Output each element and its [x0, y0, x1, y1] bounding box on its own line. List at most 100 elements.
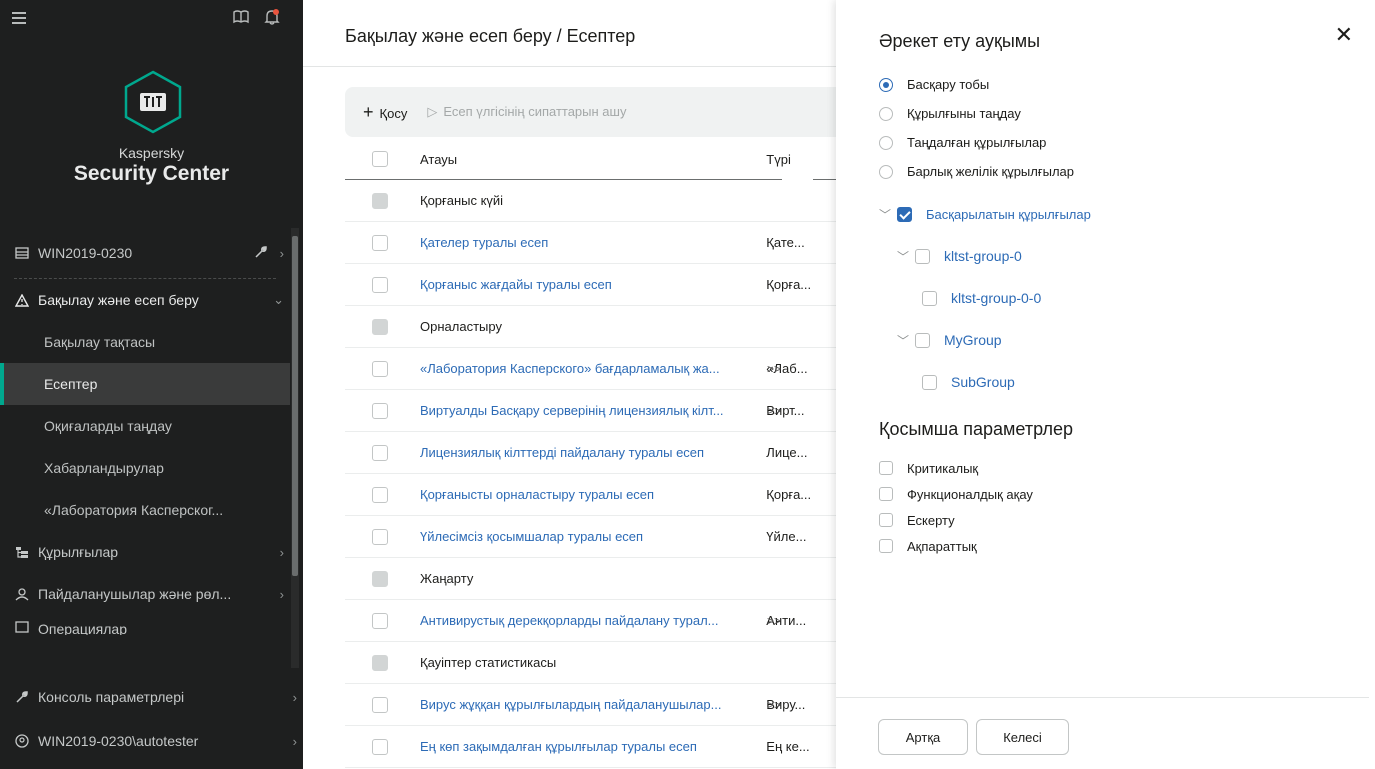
checkbox[interactable]	[879, 539, 893, 553]
report-name[interactable]: Лицензиялық кілттерді пайдалану туралы е…	[420, 445, 766, 460]
chevron-right-icon: ›	[292, 689, 297, 705]
sidebar-item-monitoring[interactable]: Бақылау және есеп беру ⌄	[0, 279, 290, 321]
back-button[interactable]: Артқа	[878, 719, 968, 755]
row-checkbox[interactable]	[372, 318, 388, 335]
table-group-row[interactable]: Қауіптер статистикасы	[345, 642, 845, 684]
check-functional-failure[interactable]: Функционалдық ақау	[879, 481, 1033, 507]
row-checkbox[interactable]	[372, 234, 388, 251]
sidebar-item-notifications[interactable]: Хабарландырулар	[0, 447, 290, 489]
column-header-type[interactable]: Түрі	[766, 152, 845, 167]
report-name[interactable]: Үйлесімсіз қосымшалар туралы есеп	[420, 529, 766, 544]
checkbox[interactable]	[879, 487, 893, 501]
expand-name-icon[interactable]: >>	[767, 698, 781, 712]
report-name[interactable]: «Лаборатория Касперского» бағдарламалық …	[420, 361, 766, 376]
bell-icon[interactable]	[264, 8, 280, 26]
sidebar-item-event-selections[interactable]: Оқиғаларды таңдау	[0, 405, 290, 447]
report-name[interactable]: Вирус жұққан құрылғылардың пайдаланушыла…	[420, 697, 766, 712]
row-checkbox[interactable]	[372, 612, 388, 629]
expand-name-icon[interactable]: >>	[767, 404, 781, 418]
table-row[interactable]: Үйлесімсіз қосымшалар туралы есеп Үйле...	[345, 516, 845, 558]
radio-button-checked[interactable]	[879, 77, 893, 92]
tree-node-kltst-group-0-0[interactable]: kltst-group-0-0	[879, 277, 1091, 319]
column-header-name[interactable]: Атауы	[420, 152, 766, 167]
radio-button[interactable]	[879, 106, 893, 121]
report-name[interactable]: Қорғанысты орналастыру туралы есеп	[420, 487, 766, 502]
table-group-row[interactable]: Орналастыру	[345, 306, 845, 348]
radio-button[interactable]	[879, 135, 893, 150]
tree-checkbox-checked[interactable]	[897, 206, 912, 222]
table-row[interactable]: Вирус жұққан құрылғылардың пайдаланушыла…	[345, 684, 845, 726]
table-group-row[interactable]: Жаңарту	[345, 558, 845, 600]
report-name[interactable]: Қателер туралы есеп	[420, 235, 766, 250]
row-checkbox[interactable]	[372, 528, 388, 545]
table-row[interactable]: Ең көп зақымдалған құрылғылар туралы есе…	[345, 726, 845, 768]
add-button[interactable]: + Қосу	[363, 102, 407, 123]
report-name[interactable]: Антивирустық дерекқорларды пайдалану тур…	[420, 613, 766, 628]
tree-checkbox[interactable]	[915, 248, 930, 264]
select-all-checkbox[interactable]	[372, 151, 388, 167]
chevron-down-icon[interactable]: ﹀	[897, 332, 915, 349]
tree-checkbox[interactable]	[915, 332, 930, 348]
kaspersky-logo-icon	[122, 70, 184, 134]
table-row[interactable]: Қорғанысты орналастыру туралы есеп Қорға.…	[345, 474, 845, 516]
radio-all-network-devices[interactable]: Барлық желілік құрылғылар	[879, 157, 1074, 186]
sidebar-item-account[interactable]: WIN2019-0230\autotester ›	[0, 718, 303, 764]
sidebar-item-reports[interactable]: Есептер	[0, 363, 290, 405]
radio-device-selection[interactable]: Құрылғыны таңдау	[879, 99, 1074, 128]
check-info[interactable]: Ақпараттық	[879, 533, 1033, 559]
row-checkbox[interactable]	[372, 738, 388, 755]
row-checkbox[interactable]	[372, 276, 388, 293]
sidebar: Kaspersky Security Center WIN2019-0230 ›…	[0, 0, 303, 769]
row-checkbox[interactable]	[372, 696, 388, 713]
book-icon[interactable]	[233, 10, 249, 28]
table-row[interactable]: Қорғаныс жағдайы туралы есеп Қорға...	[345, 264, 845, 306]
row-checkbox[interactable]	[372, 654, 388, 671]
table-row[interactable]: Лицензиялық кілттерді пайдалану туралы е…	[345, 432, 845, 474]
sidebar-item-kaspersky-lab[interactable]: «Лаборатория Касперског...	[0, 489, 290, 531]
row-checkbox[interactable]	[372, 192, 388, 209]
sidebar-item-users[interactable]: Пайдаланушылар және рөл... ›	[0, 573, 290, 615]
table-row[interactable]: Виртуалды Басқару серверінің лицензиялық…	[345, 390, 845, 432]
tree-node-managed-devices[interactable]: ﹀ Басқарылатын құрылғылар	[879, 193, 1091, 235]
report-name[interactable]: Қорғаныс жағдайы туралы есеп	[420, 277, 766, 292]
sidebar-item-devices[interactable]: Құрылғылар ›	[0, 531, 290, 573]
report-name[interactable]: Ең көп зақымдалған құрылғылар туралы есе…	[420, 739, 766, 754]
add-label: Қосу	[379, 105, 408, 121]
expand-name-icon[interactable]: >>	[767, 614, 781, 628]
expand-name-icon[interactable]: >>	[767, 362, 781, 376]
menu-icon[interactable]	[12, 12, 26, 24]
report-name[interactable]: Виртуалды Басқару серверінің лицензиялық…	[420, 403, 766, 418]
open-template-properties-button[interactable]: ▷ Есеп үлгісінің сипаттарын ашу	[427, 104, 626, 120]
table-row[interactable]: Антивирустық дерекқорларды пайдалану тур…	[345, 600, 845, 642]
scrollbar-thumb[interactable]	[292, 236, 298, 576]
table-row[interactable]: Қателер туралы есеп Қате...	[345, 222, 845, 264]
tree-node-mygroup[interactable]: ﹀ MyGroup	[879, 319, 1091, 361]
sidebar-item-server[interactable]: WIN2019-0230 ›	[0, 232, 290, 274]
sidebar-item-dashboard[interactable]: Бақылау тақтасы	[0, 321, 290, 363]
radio-selected-devices[interactable]: Таңдалған құрылғылар	[879, 128, 1074, 157]
row-checkbox[interactable]	[372, 486, 388, 503]
table-row[interactable]: «Лаборатория Касперского» бағдарламалық …	[345, 348, 845, 390]
checkbox[interactable]	[879, 513, 893, 527]
check-warning[interactable]: Ескерту	[879, 507, 1033, 533]
tree-checkbox[interactable]	[922, 374, 937, 390]
sidebar-scrollbar[interactable]	[291, 228, 299, 668]
chevron-down-icon[interactable]: ﹀	[897, 248, 915, 265]
table-group-row[interactable]: Қорғаныс күйі	[345, 180, 845, 222]
checkbox[interactable]	[879, 461, 893, 475]
tree-checkbox[interactable]	[922, 290, 937, 306]
close-icon[interactable]: ✕	[1335, 22, 1353, 48]
row-checkbox[interactable]	[372, 570, 388, 587]
check-critical[interactable]: Критикалық	[879, 455, 1033, 481]
radio-admin-group[interactable]: Басқару тобы	[879, 70, 1074, 99]
radio-button[interactable]	[879, 164, 893, 179]
row-checkbox[interactable]	[372, 444, 388, 461]
next-button[interactable]: Келесі	[976, 719, 1069, 755]
row-checkbox[interactable]	[372, 360, 388, 377]
sidebar-item-console-settings[interactable]: Консоль параметрлері ›	[0, 676, 303, 718]
chevron-down-icon[interactable]: ﹀	[879, 206, 897, 223]
tree-node-kltst-group-0[interactable]: ﹀ kltst-group-0	[879, 235, 1091, 277]
tree-node-subgroup[interactable]: SubGroup	[879, 361, 1091, 403]
sidebar-item-operations[interactable]: Операциялар	[0, 615, 290, 635]
row-checkbox[interactable]	[372, 402, 388, 419]
